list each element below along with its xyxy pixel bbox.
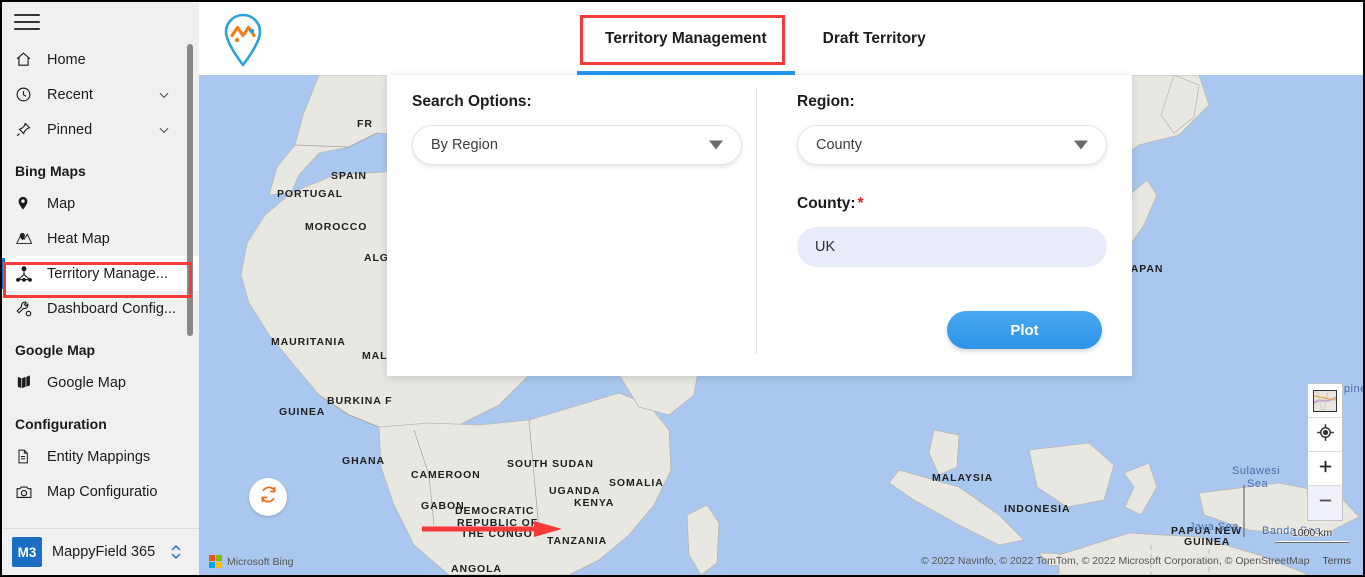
header-tabs: Territory Management Draft Territory bbox=[577, 2, 954, 75]
zoom-in-button[interactable] bbox=[1308, 452, 1342, 486]
sidebar-group-google-map: Google Map bbox=[15, 342, 96, 358]
sidebar-group-bing-maps: Bing Maps bbox=[15, 163, 86, 179]
map-scale-label: 1000 km bbox=[1291, 527, 1333, 539]
sidebar-item-label: Recent bbox=[47, 86, 93, 103]
county-label: County: * bbox=[797, 195, 1107, 213]
tab-label: Draft Territory bbox=[822, 29, 926, 47]
search-options-value: By Region bbox=[431, 137, 498, 153]
chevron-up-down-icon[interactable] bbox=[169, 542, 183, 562]
map-layer-thumbnail-button[interactable] bbox=[1308, 384, 1342, 418]
caret-down-icon bbox=[709, 140, 723, 150]
chevron-down-icon[interactable] bbox=[157, 88, 171, 102]
plot-button[interactable]: Plot bbox=[947, 311, 1102, 349]
map-pin-icon bbox=[15, 193, 41, 215]
sidebar-group-configuration: Configuration bbox=[15, 416, 107, 432]
sidebar-item-label: Territory Manage... bbox=[47, 265, 168, 282]
document-icon bbox=[15, 446, 41, 468]
chevron-down-icon[interactable] bbox=[157, 123, 171, 137]
sidebar-item-territory-management[interactable]: Territory Manage... bbox=[2, 256, 199, 291]
sidebar-scrollbar[interactable] bbox=[187, 44, 193, 336]
sidebar-item-dashboard-config[interactable]: Dashboard Config... bbox=[2, 291, 199, 326]
sidebar-item-label: Map Configuratio bbox=[47, 483, 158, 500]
sidebar: Home Recent Pinned Bing Maps Map Heat Ma… bbox=[2, 2, 199, 575]
sidebar-item-home[interactable]: Home bbox=[2, 42, 199, 77]
sidebar-item-google-map[interactable]: Google Map bbox=[2, 365, 199, 400]
map-scale-line bbox=[1275, 541, 1349, 543]
microsoft-bing-logo: Microsoft Bing bbox=[209, 555, 294, 568]
region-value: County bbox=[816, 137, 862, 153]
heat-map-icon bbox=[15, 228, 41, 250]
refresh-button[interactable] bbox=[249, 478, 287, 516]
sidebar-item-label: Map bbox=[47, 195, 76, 212]
region-column: Region: County County: * bbox=[797, 93, 1107, 267]
terms-link[interactable]: Terms bbox=[1322, 555, 1351, 567]
sidebar-item-label: Entity Mappings bbox=[47, 448, 151, 465]
sidebar-item-label: Google Map bbox=[47, 374, 126, 391]
locate-me-button[interactable] bbox=[1308, 418, 1342, 452]
panel-divider bbox=[756, 89, 757, 354]
sidebar-item-label: Pinned bbox=[47, 121, 93, 138]
bing-label: Microsoft Bing bbox=[227, 555, 294, 568]
app-name-label: MappyField 365 bbox=[52, 544, 156, 560]
sidebar-item-heat-map[interactable]: Heat Map bbox=[2, 221, 199, 256]
map-thumbnail-icon bbox=[1313, 389, 1337, 412]
map-attribution: © 2022 Navinfo, © 2022 TomTom, © 2022 Mi… bbox=[921, 555, 1351, 567]
mappyfield-pin-logo bbox=[217, 12, 269, 68]
app-window: Home Recent Pinned Bing Maps Map Heat Ma… bbox=[0, 0, 1365, 577]
sidebar-item-label: Home bbox=[47, 51, 86, 68]
region-select[interactable]: County bbox=[797, 125, 1107, 165]
search-options-column: Search Options: By Region bbox=[412, 93, 742, 165]
wrench-gear-icon bbox=[15, 298, 41, 320]
territory-search-panel: Search Options: By Region Region: County… bbox=[387, 75, 1132, 376]
hamburger-icon[interactable] bbox=[14, 14, 40, 36]
plus-icon bbox=[1317, 458, 1334, 480]
tab-territory-management[interactable]: Territory Management bbox=[577, 2, 795, 75]
sidebar-item-recent[interactable]: Recent bbox=[2, 77, 199, 112]
app-header: Territory Management Draft Territory bbox=[199, 2, 1363, 75]
m3-logo-badge: M3 bbox=[12, 537, 42, 567]
required-asterisk: * bbox=[857, 195, 864, 212]
sidebar-footer-app-switcher[interactable]: M3 MappyField 365 bbox=[2, 528, 199, 575]
zoom-out-button[interactable] bbox=[1308, 486, 1342, 520]
county-label-text: County: bbox=[797, 195, 856, 212]
minus-icon bbox=[1317, 492, 1334, 514]
tab-label: Territory Management bbox=[605, 29, 767, 47]
sidebar-item-label: Heat Map bbox=[47, 230, 110, 247]
sidebar-item-entity-mappings[interactable]: Entity Mappings bbox=[2, 439, 199, 474]
search-options-label: Search Options: bbox=[412, 93, 532, 110]
territory-icon bbox=[15, 263, 41, 285]
refresh-icon bbox=[259, 485, 278, 509]
home-icon bbox=[15, 49, 41, 71]
sidebar-item-map[interactable]: Map bbox=[2, 186, 199, 221]
right-arrow-annotation bbox=[422, 521, 562, 537]
sidebar-nav-scroll: Home Recent Pinned Bing Maps Map Heat Ma… bbox=[2, 42, 199, 532]
microsoft-tiles-icon bbox=[209, 555, 222, 568]
folded-map-icon bbox=[15, 372, 41, 394]
county-input[interactable] bbox=[797, 227, 1107, 267]
sidebar-item-label: Dashboard Config... bbox=[47, 300, 176, 317]
caret-down-icon bbox=[1074, 140, 1088, 150]
sidebar-item-map-configuration[interactable]: Map Configuratio bbox=[2, 474, 199, 509]
camera-gear-icon bbox=[15, 481, 41, 503]
region-label: Region: bbox=[797, 93, 855, 110]
attribution-text: © 2022 Navinfo, © 2022 TomTom, © 2022 Mi… bbox=[920, 555, 1310, 567]
map-controls bbox=[1307, 383, 1343, 521]
map-scale-bar: 1000 km bbox=[1275, 527, 1349, 543]
crosshair-icon bbox=[1316, 423, 1335, 447]
pin-icon bbox=[15, 119, 41, 141]
clock-icon bbox=[15, 84, 41, 106]
sidebar-item-pinned[interactable]: Pinned bbox=[2, 112, 199, 147]
search-options-select[interactable]: By Region bbox=[412, 125, 742, 165]
tab-draft-territory[interactable]: Draft Territory bbox=[795, 2, 954, 75]
